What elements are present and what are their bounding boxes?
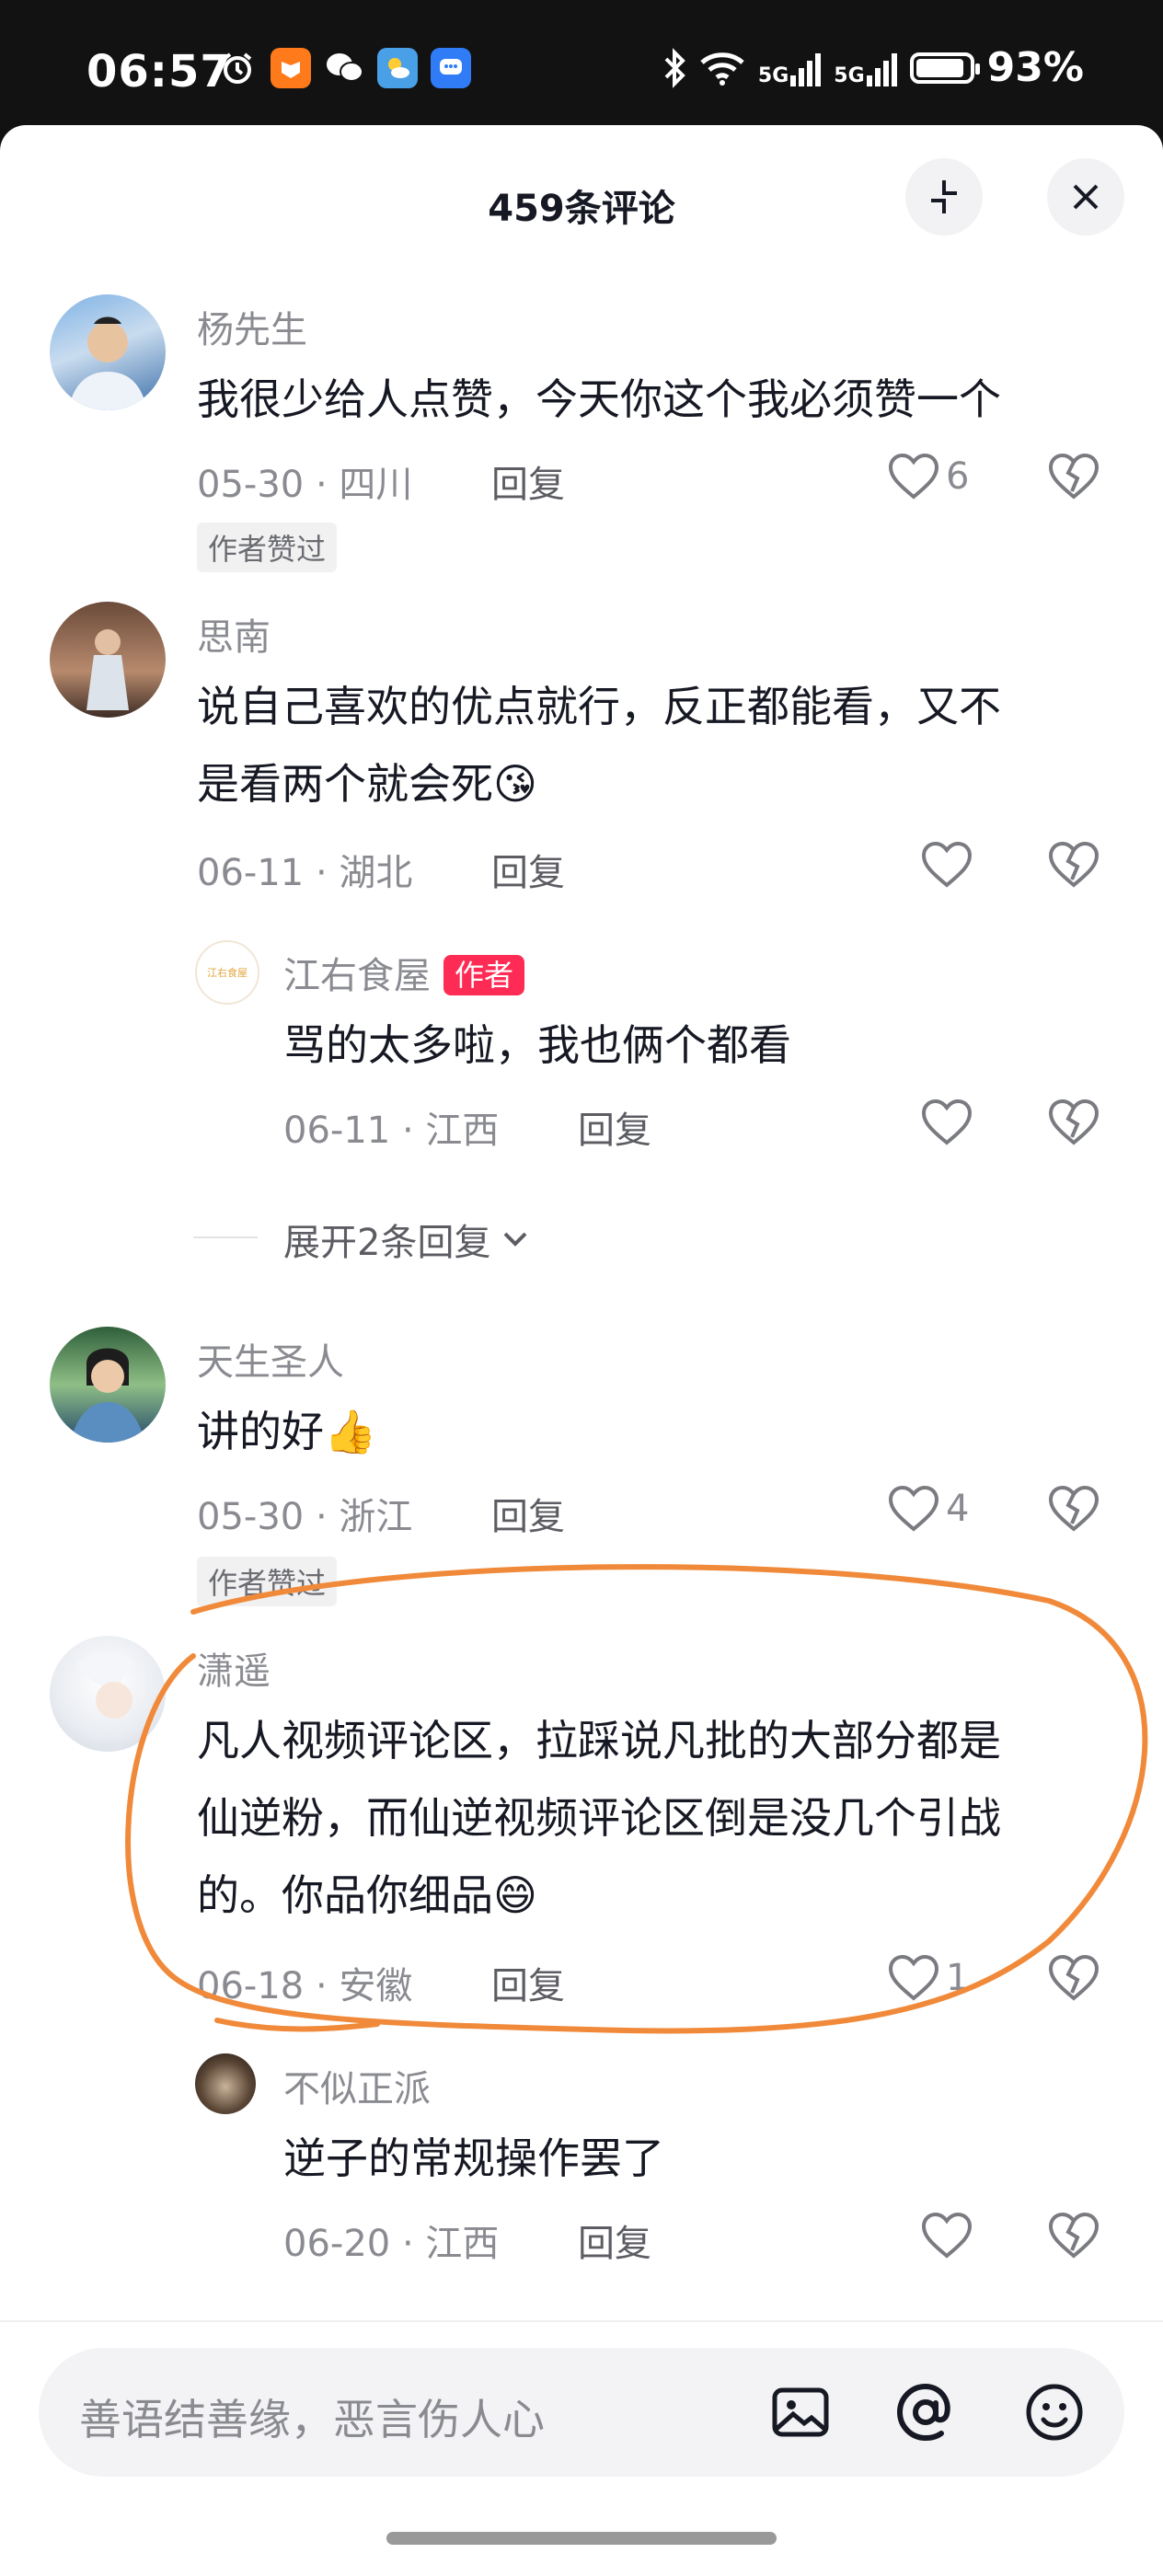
avatar[interactable] <box>50 1327 166 1443</box>
broken-heart-icon <box>1048 841 1100 888</box>
reply-text: 骂的太多啦，我也俩个都看 <box>283 1020 791 1070</box>
image-icon <box>772 2387 829 2437</box>
broken-heart-icon <box>1048 2212 1100 2259</box>
comment-input-bar[interactable]: 善语结善缘，恶言伤人心 <box>39 2348 1124 2477</box>
battery-percent: 93% <box>986 44 1084 91</box>
close-button[interactable] <box>1047 158 1124 236</box>
signal-2: 5G <box>834 50 897 86</box>
mention-button[interactable] <box>894 2381 957 2444</box>
reply-username[interactable]: 不似正派 <box>283 2059 431 2112</box>
comment-username[interactable]: 杨先生 <box>197 300 307 353</box>
reply-button[interactable]: 回复 <box>578 2214 651 2267</box>
broken-heart-icon <box>1048 1954 1100 2001</box>
bluetooth-icon <box>664 47 685 88</box>
reply-avatar[interactable] <box>195 2053 256 2114</box>
comment-username[interactable]: 思南 <box>197 607 271 661</box>
dislike-button[interactable] <box>1047 1098 1100 1150</box>
reply-button[interactable]: 回复 <box>491 454 565 508</box>
comment-sheet: 459条评论 <box>0 125 1163 2576</box>
like-count: 6 <box>946 455 970 498</box>
like-button[interactable]: 1 <box>887 1954 969 2002</box>
message-icon <box>431 48 471 88</box>
comment-text-line: 凡人视频评论区，拉踩说凡批的大部分都是 <box>197 1716 1001 1765</box>
comment-text-line: 仙逆粉，而仙逆视频评论区倒是没几个引战 <box>197 1793 1001 1843</box>
dislike-button[interactable] <box>1047 2212 1100 2263</box>
reply-button[interactable]: 回复 <box>491 843 565 896</box>
expand-replies-button[interactable]: 展开2条回复 <box>283 1213 531 1266</box>
heart-icon <box>921 2212 973 2259</box>
input-divider <box>0 2320 1163 2322</box>
comment-date-location: 06-11 · 湖北 <box>197 852 413 894</box>
comment-text-line: 是看两个就会死😘 <box>197 759 537 809</box>
dislike-button[interactable] <box>1047 841 1100 892</box>
close-icon <box>1073 184 1099 210</box>
avatar[interactable] <box>50 602 166 718</box>
heart-icon <box>921 1098 973 1145</box>
dislike-button[interactable] <box>1047 1485 1100 1536</box>
wifi-icon <box>700 52 744 86</box>
wechat-icon <box>324 48 364 88</box>
comment-text: 我很少给人点赞，今天你这个我必须赞一个 <box>197 374 1001 424</box>
signal-1: 5G <box>758 50 822 86</box>
reply-date-location: 06-11 · 江西 <box>283 1110 500 1152</box>
emoji-button[interactable] <box>1023 2381 1086 2444</box>
avatar[interactable] <box>50 1636 166 1752</box>
reply-button[interactable]: 回复 <box>578 1100 651 1154</box>
comment-username[interactable]: 潇遥 <box>197 1641 271 1695</box>
like-button[interactable] <box>920 1098 973 1146</box>
emoji-icon <box>1026 2384 1083 2441</box>
dislike-button[interactable] <box>1047 1954 1100 2006</box>
comment-date-location: 05-30 · 四川 <box>197 464 413 506</box>
expand-divider <box>193 1236 258 1238</box>
comment-text-line: 的。你品你细品😄 <box>197 1870 537 1920</box>
dislike-button[interactable] <box>1047 453 1100 504</box>
reply-username[interactable]: 江右食屋 作者 <box>283 946 525 999</box>
reply-text: 逆子的常规操作罢了 <box>283 2133 664 2183</box>
author-liked-badge: 作者赞过 <box>197 523 338 572</box>
comment-date-location: 06-18 · 安徽 <box>197 1965 413 2007</box>
like-button[interactable] <box>920 2212 973 2260</box>
broken-heart-icon <box>1048 1098 1100 1145</box>
broken-heart-icon <box>1048 453 1100 500</box>
reply-avatar[interactable]: 江右食屋 <box>195 940 259 1005</box>
collapse-button[interactable] <box>905 158 983 236</box>
weather-icon <box>377 48 418 88</box>
avatar-logo-text: 江右食屋 <box>207 967 248 979</box>
battery-icon <box>909 52 980 84</box>
author-liked-badge: 作者赞过 <box>197 1557 338 1606</box>
heart-icon <box>888 453 939 500</box>
alarm-icon <box>217 48 258 88</box>
status-time: 06:57 <box>86 46 232 98</box>
like-button[interactable] <box>920 841 973 889</box>
comment-username[interactable]: 天生圣人 <box>197 1332 344 1386</box>
author-tag: 作者 <box>443 955 525 995</box>
image-button[interactable] <box>769 2381 832 2444</box>
status-bar: 06:57 5G 5G 93% <box>0 0 1163 129</box>
reply-button[interactable]: 回复 <box>491 1956 565 2009</box>
shopping-app-icon <box>271 48 311 88</box>
collapse-icon <box>931 180 957 213</box>
reply-date-location: 06-20 · 江西 <box>283 2223 500 2265</box>
like-count: 4 <box>946 1488 970 1530</box>
comment-count-title: 459条评论 <box>488 188 675 230</box>
home-indicator[interactable] <box>386 2532 777 2545</box>
system-status: 5G 5G 93% <box>662 44 1084 91</box>
comment-input-placeholder[interactable]: 善语结善缘，恶言伤人心 <box>79 2386 545 2447</box>
comment-date-location: 05-30 · 浙江 <box>197 1496 413 1538</box>
heart-icon <box>888 1485 939 1532</box>
like-button[interactable]: 6 <box>887 453 969 500</box>
avatar[interactable] <box>50 294 166 410</box>
notification-icons <box>217 48 471 88</box>
reply-button[interactable]: 回复 <box>491 1487 565 1540</box>
like-button[interactable]: 4 <box>887 1485 969 1533</box>
heart-icon <box>888 1954 939 2001</box>
comment-text-line: 说自己喜欢的优点就行，反正都能看，又不 <box>197 682 1001 731</box>
comment-text: 讲的好👍 <box>197 1407 377 1456</box>
broken-heart-icon <box>1048 1485 1100 1532</box>
chevron-down-icon <box>504 1232 527 1247</box>
like-count: 1 <box>946 1957 970 1999</box>
heart-icon <box>921 841 973 888</box>
at-icon <box>896 2383 950 2442</box>
